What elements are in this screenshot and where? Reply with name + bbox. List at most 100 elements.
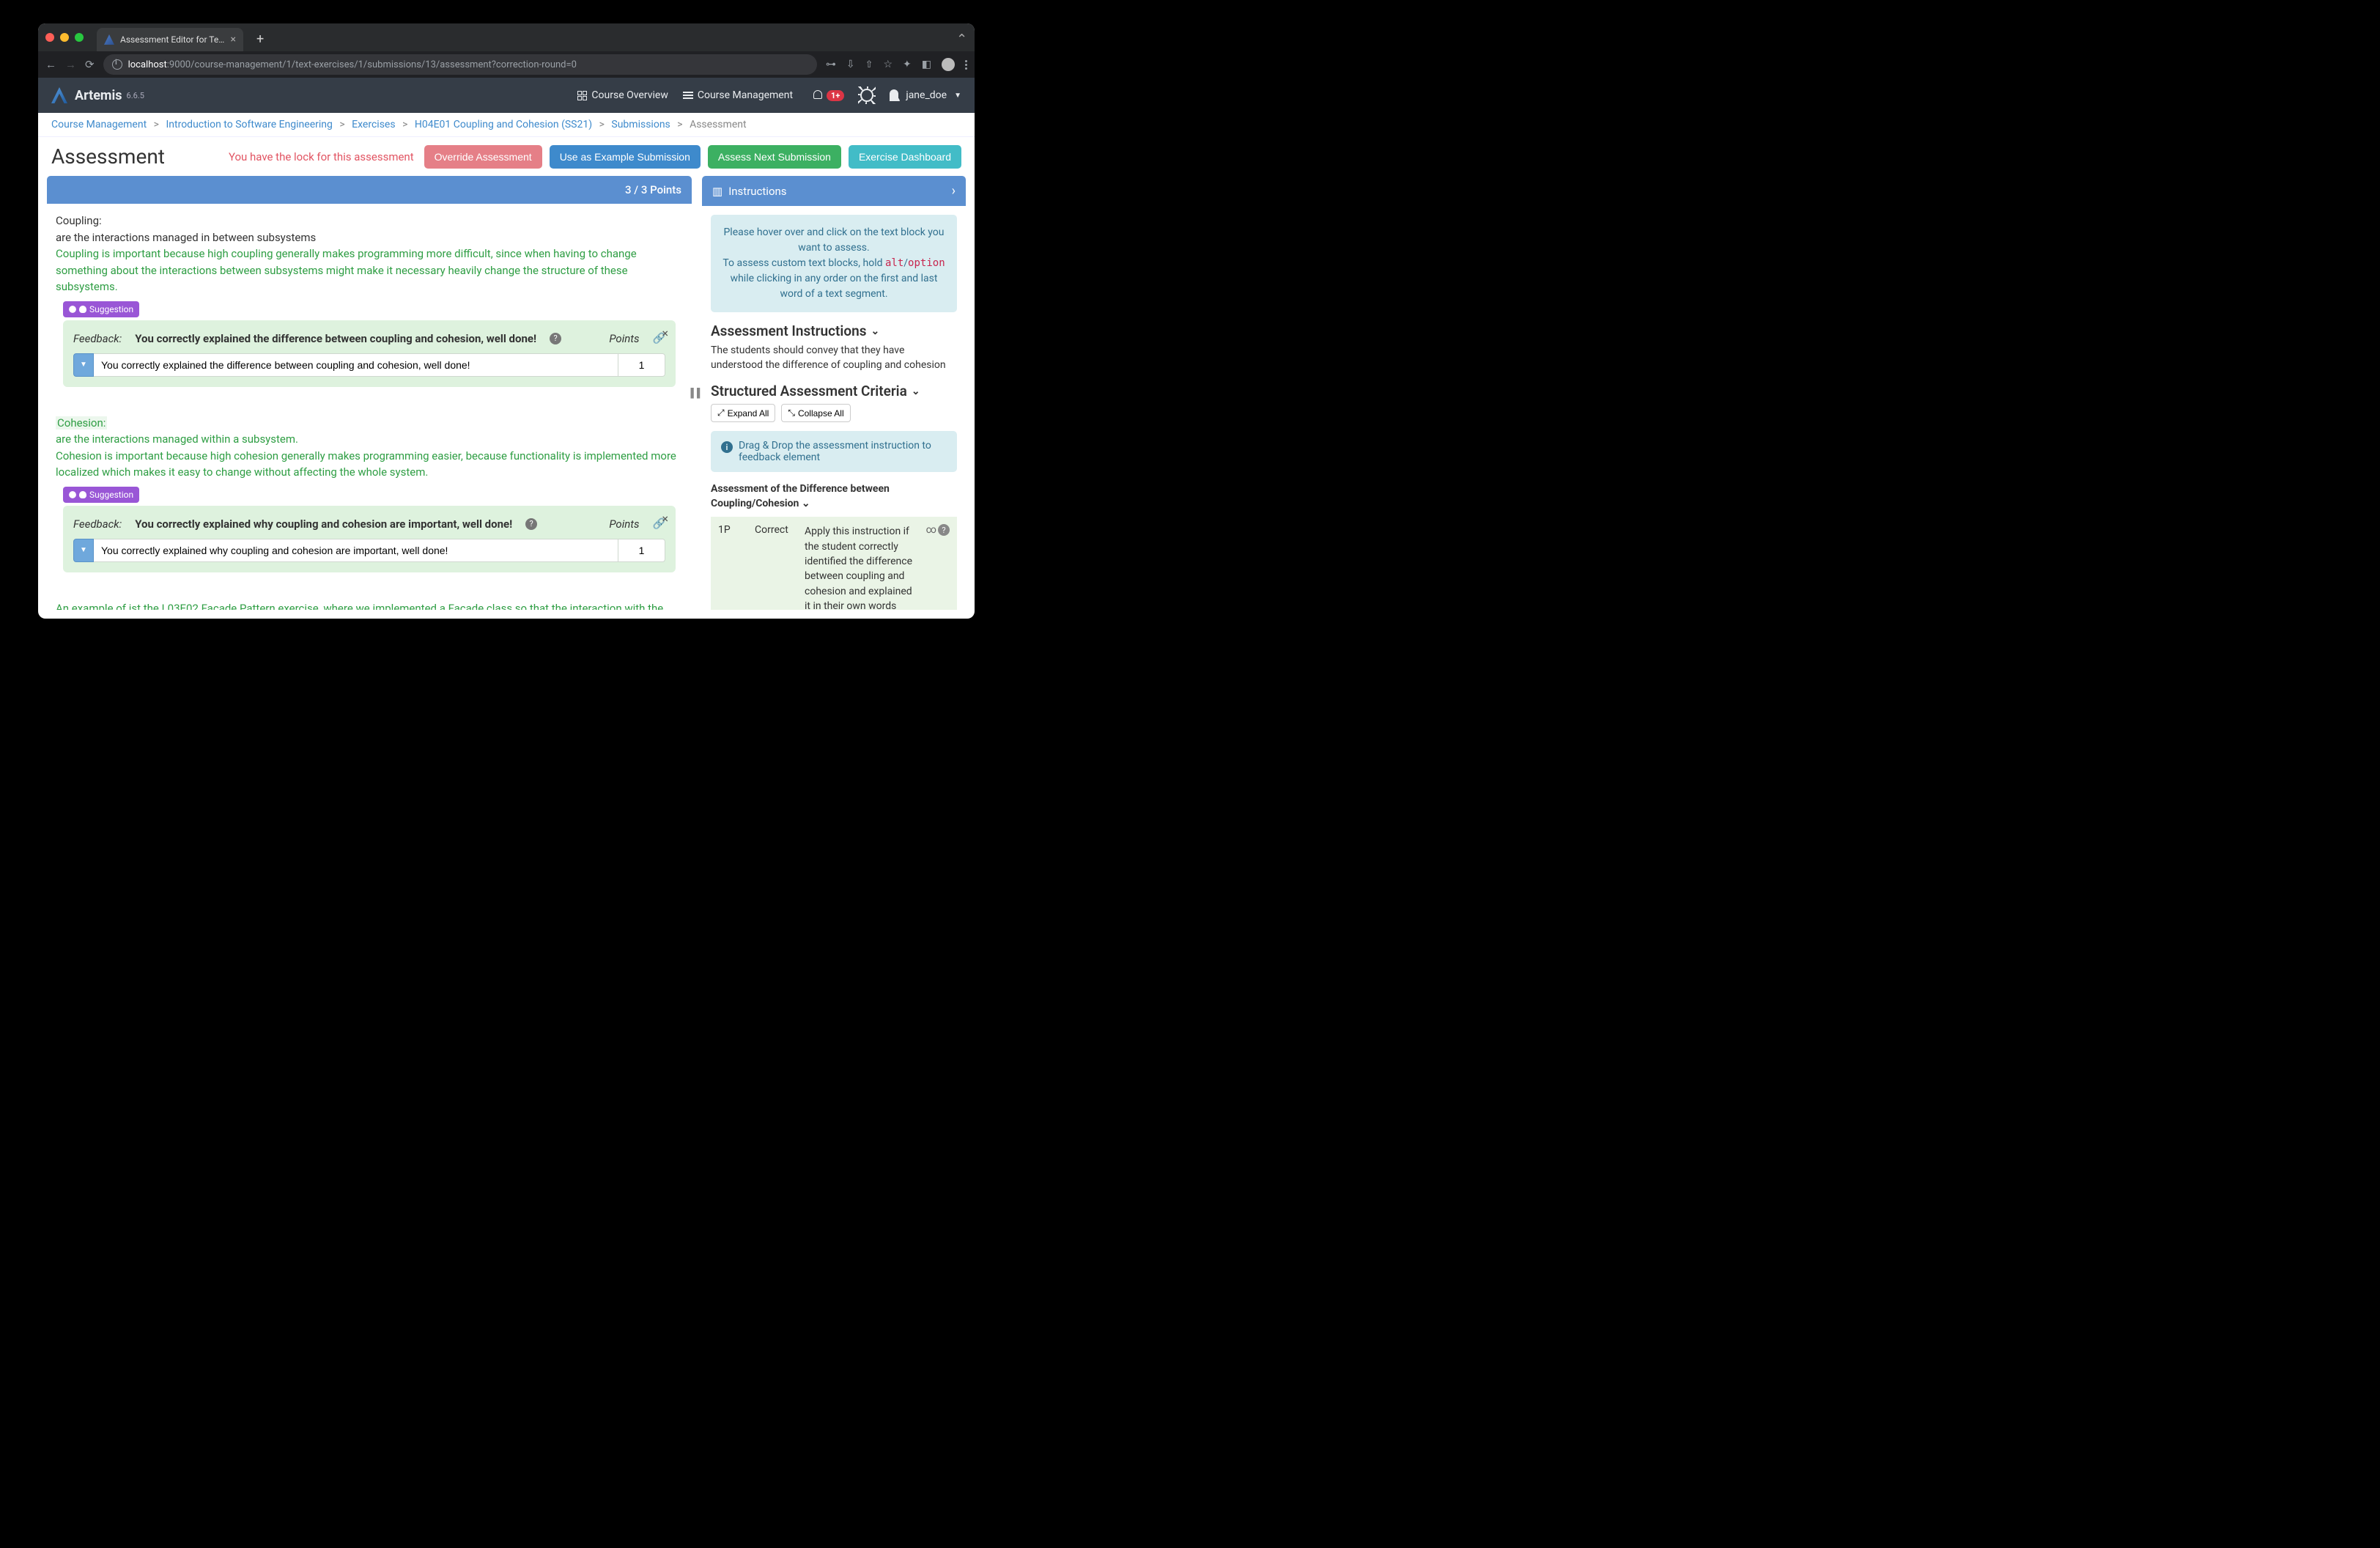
close-feedback-icon[interactable]: × [662,510,668,528]
bell-icon [812,90,822,100]
nav-course-management[interactable]: Course Management [683,89,793,101]
structured-criteria-heading[interactable]: Structured Assessment Criteria ⌄ [711,383,957,399]
feedback-1-points-input[interactable] [618,353,665,377]
close-window-icon[interactable] [45,33,54,42]
coupling-line1[interactable]: are the interactions managed in between … [56,229,683,246]
drag-drop-hint-text: Drag & Drop the assessment instruction t… [739,440,947,463]
column-splitter[interactable]: ▌▌ [692,176,702,610]
crumb-exercises[interactable]: Exercises [352,119,395,130]
tab-list-icon[interactable]: ⌄ [956,30,967,45]
feedback-1-text-input[interactable] [94,353,618,377]
help-icon[interactable]: ? [550,333,561,344]
cohesion-line2[interactable]: Cohesion is important because high cohes… [56,448,683,481]
info-icon: i [721,441,733,453]
feedback-2-title: You correctly explained why coupling and… [135,516,512,533]
brand-name[interactable]: Artemis [75,88,122,103]
password-key-icon[interactable]: ⊶ [826,59,836,70]
newspaper-icon: ▥ [712,185,722,198]
app-version: 6.6.5 [127,91,144,100]
artemis-logo-icon[interactable] [51,87,67,103]
window-controls [45,33,84,42]
forward-button[interactable]: → [65,58,76,71]
nav-course-overview[interactable]: Course Overview [577,89,668,101]
profile-avatar-icon[interactable] [942,58,955,71]
browser-menu-icon[interactable] [965,60,967,70]
nav-notifications[interactable]: 1+ [812,90,844,101]
feedback-card-1: × Feedback: You correctly explained the … [63,320,676,387]
criterion-row-correct[interactable]: 1P Correct Apply this instruction if the… [711,517,957,610]
chevron-right-icon[interactable]: › [952,183,956,199]
crumb-exercise[interactable]: H04E01 Coupling and Cohesion (SS21) [415,119,592,130]
criterion-title[interactable]: Assessment of the Difference between Cou… [711,482,957,511]
url-host: localhost [128,59,167,70]
feedback-label: Feedback: [73,516,122,533]
nav-user-menu[interactable]: jane_doe ▼ [890,89,961,101]
instructions-header[interactable]: ▥ Instructions › [702,176,966,206]
help-icon[interactable]: ? [938,524,950,536]
browser-tab[interactable]: Assessment Editor for Text Ex × [97,28,243,51]
bookmark-star-icon[interactable]: ☆ [883,59,892,70]
download-icon[interactable]: ⇩ [846,59,855,70]
feedback-dropdown-toggle[interactable]: ▼ [73,539,94,562]
feedback-1-title: You correctly explained the difference b… [135,331,536,347]
assess-next-button[interactable]: Assess Next Submission [708,145,841,169]
hover-hint-line1: Please hover over and click on the text … [721,225,947,256]
instructions-panel: ▥ Instructions › Please hover over and c… [702,176,966,610]
collapse-icon: ⤡ [788,408,795,419]
close-feedback-icon[interactable]: × [662,325,668,342]
help-icon[interactable]: ? [525,518,537,530]
nav-username: jane_doe [906,89,947,101]
use-as-example-button[interactable]: Use as Example Submission [550,145,701,169]
drag-drop-hint: i Drag & Drop the assessment instruction… [711,431,957,472]
hover-hint-line2: To assess custom text blocks, hold alt/o… [721,256,947,302]
submission-body[interactable]: Coupling: are the interactions managed i… [47,204,692,610]
chevron-down-icon: ⌄ [871,325,879,337]
cohesion-line1[interactable]: are the interactions managed within a su… [56,431,683,448]
close-tab-icon[interactable]: × [231,34,236,45]
back-button[interactable]: ← [45,58,56,71]
coupling-heading[interactable]: Coupling: [56,213,683,229]
points-score: 3 / 3 Points [625,183,681,196]
assessment-instructions-heading[interactable]: Assessment Instructions ⌄ [711,322,957,339]
address-bar[interactable]: localhost:9000/course-management/1/text-… [103,54,817,75]
hover-hint-box: Please hover over and click on the text … [711,215,957,312]
suggestion-chip-2-label: Suggestion [89,488,133,501]
coupling-line2[interactable]: Coupling is important because high coupl… [56,246,683,295]
url-path: :9000/course-management/1/text-exercises… [167,59,577,70]
site-info-icon[interactable] [112,59,122,70]
assessment-instructions-text: The students should convey that they hav… [711,344,957,372]
chevron-down-icon: ⌄ [912,386,920,397]
criterion-level: Correct [755,524,796,536]
theme-toggle-icon[interactable] [860,89,873,102]
minimize-window-icon[interactable] [60,33,69,42]
share-icon[interactable]: ⇧ [865,59,873,70]
nav-course-management-label: Course Management [698,89,793,101]
feedback-dropdown-toggle[interactable]: ▼ [73,353,94,377]
points-label: Points [609,516,639,533]
structured-criteria-label: Structured Assessment Criteria [711,383,907,399]
criterion-title-label: Assessment of the Difference between Cou… [711,483,890,509]
maximize-window-icon[interactable] [75,33,84,42]
criterion-points: 1P [718,524,746,536]
cohesion-heading[interactable]: Cohesion: [56,416,107,430]
chevron-down-icon: ⌄ [802,498,810,509]
collapse-all-button[interactable]: ⤡Collapse All [781,404,850,422]
override-assessment-button[interactable]: Override Assessment [424,145,542,169]
expand-all-button[interactable]: ⤢Expand All [711,404,775,422]
side-panel-icon[interactable]: ◧ [922,59,931,70]
crumb-course[interactable]: Introduction to Software Engineering [166,119,332,130]
infinity-icon: ∞ [926,524,936,536]
crumb-course-management[interactable]: Course Management [51,119,147,130]
crumb-submissions[interactable]: Submissions [611,119,670,130]
feedback-2-text-input[interactable] [94,539,618,562]
user-icon [890,89,901,101]
exercise-dashboard-button[interactable]: Exercise Dashboard [849,145,961,169]
extensions-puzzle-icon[interactable]: ✦ [903,59,912,70]
collapse-all-label: Collapse All [798,408,844,419]
app-navbar: Artemis 6.6.5 Course Overview Course Man… [38,78,975,113]
reload-button[interactable]: ⟳ [85,58,95,71]
new-tab-button[interactable]: + [256,32,264,47]
example-paragraph[interactable]: An example of ist the L03E02 Facade Patt… [56,600,683,611]
lightbulb-icon [79,306,86,313]
feedback-2-points-input[interactable] [618,539,665,562]
